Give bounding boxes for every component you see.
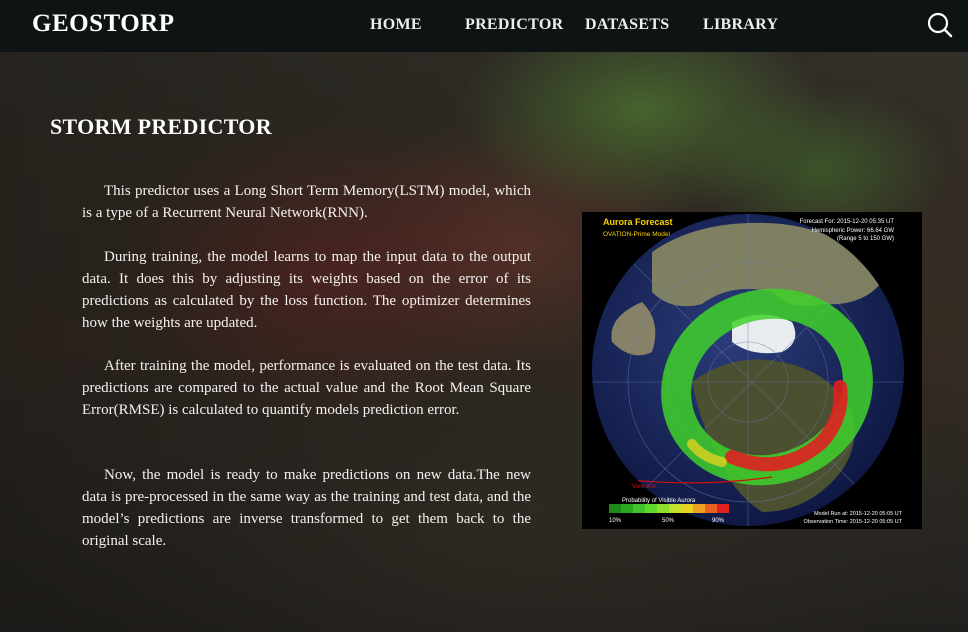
main-content: STORM PREDICTOR This predictor uses a Lo… (0, 0, 968, 632)
scale-tick-10: 10% (609, 518, 622, 524)
hemispheric-power: Hemispheric Power: 66.64 GW (812, 228, 895, 234)
probability-label: Probability of Visible Aurora (622, 498, 696, 504)
search-icon[interactable] (926, 11, 954, 39)
probability-scale (609, 504, 729, 513)
aurora-forecast-image: Aurora Forecast OVATION-Prime Model Fore… (582, 212, 922, 529)
model-run: Model Run at: 2015-12-20 05:05 UT (814, 511, 903, 517)
forecast-title: Aurora Forecast (603, 217, 673, 227)
power-range: (Range 5 to 150 GW) (837, 236, 894, 242)
observation-time: Observation Time: 2015-12-20 05:05 UT (804, 519, 903, 525)
view-line-label: View line (632, 484, 657, 490)
nav-predictor[interactable]: PREDICTOR (465, 16, 563, 34)
scale-tick-90: 90% (712, 518, 725, 524)
paragraph-intro: This predictor uses a Long Short Term Me… (82, 183, 531, 221)
paragraph-evaluation: After training the model, performance is… (82, 358, 531, 418)
brand-logo[interactable]: GEOSTORP (32, 10, 174, 38)
nav-library[interactable]: LIBRARY (703, 16, 778, 34)
forecast-model: OVATION-Prime Model (603, 231, 670, 238)
paragraph-prediction: Now, the model is ready to make predicti… (82, 467, 531, 549)
nav-home[interactable]: HOME (370, 16, 422, 34)
top-navigation-bar: GEOSTORP HOME PREDICTOR DATASETS LIBRARY (0, 0, 968, 52)
paragraph-training: During training, the model learns to map… (82, 249, 531, 331)
scale-tick-50: 50% (662, 518, 675, 524)
page-title: STORM PREDICTOR (50, 114, 272, 139)
forecast-for: Forecast For: 2015-12-20 05:35 UT (800, 219, 895, 225)
nav-datasets[interactable]: DATASETS (585, 16, 670, 34)
